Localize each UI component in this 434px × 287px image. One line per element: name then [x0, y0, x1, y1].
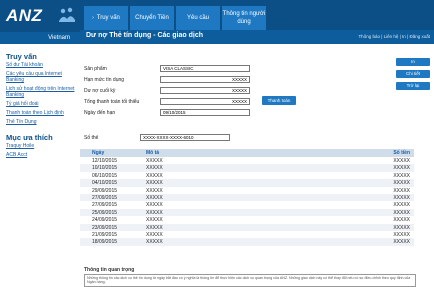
row-description: XXXXX	[146, 217, 163, 224]
row-date: 29/09/2015	[92, 187, 118, 194]
due-date-label: Ngày đến hạn	[84, 110, 116, 116]
utility-links[interactable]: Thông báo | Liên hệ | In | Đăng xuất	[358, 34, 430, 39]
sidebar-item-credit-card[interactable]: Thẻ Tín Dụng	[6, 119, 80, 125]
important-info-box: Những thông tin các dịch vụ thẻ tín dụng…	[84, 274, 416, 287]
row-date: 25/09/2015	[92, 209, 118, 216]
row-amount: XXXXX	[393, 165, 410, 172]
table-row: 29/09/2015 XXXXX XXXXX	[80, 187, 414, 194]
table-row: 24/09/2015 XXXXX XXXXX	[80, 216, 414, 223]
row-description: XXXXX	[146, 158, 163, 164]
sidebar: Truy vấn Số dư Tài khoản Các yêu cầu qua…	[0, 50, 80, 161]
print-button[interactable]: In	[396, 58, 430, 66]
row-amount: XXXXX	[393, 209, 410, 216]
row-amount: XXXXX	[393, 172, 410, 179]
product-field[interactable]	[160, 65, 250, 72]
table-row: 21/09/2015 XXXXX XXXXX	[80, 231, 414, 238]
table-row: 27/09/2015 XXXXX XXXXX	[80, 201, 414, 208]
credit-limit-label: Hạn mức tín dụng	[84, 77, 125, 83]
row-amount: XXXXX	[393, 187, 410, 194]
main-nav: › Truy vấn Chuyển Tiền Yêu cầu Thông tin…	[80, 0, 434, 30]
sidebar-section-inquiry-title: Truy vấn	[6, 52, 37, 61]
row-amount: XXXXX	[393, 180, 410, 187]
row-description: XXXXX	[146, 202, 163, 209]
table-row: 23/09/2015 XXXXX XXXXX	[80, 223, 414, 231]
tab-requests-label: Yêu cầu	[186, 15, 210, 21]
row-date: 27/09/2015	[92, 202, 118, 209]
minimum-payment-label: Tổng thanh toán tối thiểu	[84, 99, 140, 105]
column-header-description: Mô tả	[146, 150, 160, 156]
tab-user-info[interactable]: Thông tin người dùng	[222, 6, 266, 30]
sidebar-section-favorites-title: Mục ưa thích	[6, 133, 53, 142]
sidebar-item-exchange-rate[interactable]: Tỷ giá hối đoái	[6, 101, 80, 107]
language-selector[interactable]: Vietnam	[0, 32, 80, 44]
row-description: XXXXX	[146, 195, 163, 201]
row-date: 12/10/2015	[92, 158, 118, 164]
top-bar: ANZ Vietnam › Truy vấn Chuyển Tiền Yêu c…	[0, 0, 434, 44]
row-amount: XXXXX	[393, 158, 410, 164]
row-amount: XXXXX	[393, 202, 410, 209]
row-description: XXXXX	[146, 172, 163, 179]
product-label: Sản phẩm	[84, 66, 107, 72]
sidebar-item-account-balance[interactable]: Số dư Tài khoản	[6, 62, 80, 68]
important-info-title: Thông tin quan trọng	[84, 267, 135, 273]
card-number-label: Số thẻ	[84, 135, 99, 141]
statement-balance-field[interactable]	[160, 87, 250, 94]
detail-button[interactable]: Chi tiết	[396, 70, 430, 78]
row-date: 21/09/2015	[92, 232, 118, 238]
row-amount: XXXXX	[393, 232, 410, 238]
back-button[interactable]: Trở lại	[396, 82, 430, 90]
sidebar-item-scheduled-payments[interactable]: Thanh toán theo Lịch định	[6, 110, 80, 116]
sidebar-item-favorite-1[interactable]: Traquy Hoile	[6, 143, 80, 149]
table-row: 10/10/2015 XXXXX XXXXX	[80, 164, 414, 172]
minimum-payment-field[interactable]	[160, 98, 250, 105]
sub-header: Dư nợ Thẻ tín dụng - Các giao dịch Thông…	[80, 30, 434, 44]
column-header-amount: Số tiền	[393, 150, 410, 156]
row-amount: XXXXX	[393, 239, 410, 246]
table-row: 06/10/2015 XXXXX XXXXX	[80, 172, 414, 179]
row-date: 06/10/2015	[92, 172, 118, 179]
anz-people-logo-icon	[59, 7, 75, 22]
table-row: 25/09/2015 XXXXX XXXXX	[80, 208, 414, 217]
pay-button[interactable]: Thanh toán	[262, 96, 296, 105]
tab-requests[interactable]: Yêu cầu	[176, 6, 220, 30]
due-date-field[interactable]	[160, 109, 250, 116]
row-date: 23/09/2015	[92, 224, 118, 231]
tab-transfer[interactable]: Chuyển Tiền	[130, 6, 174, 30]
row-amount: XXXXX	[393, 217, 410, 224]
row-date: 10/10/2015	[92, 165, 118, 172]
tab-inquiry[interactable]: › Truy vấn	[84, 6, 128, 30]
row-description: XXXXX	[146, 209, 163, 216]
sidebar-item-internet-requests[interactable]: Các yêu cầu qua Internet Banking	[6, 71, 80, 83]
logo-area: ANZ Vietnam	[0, 0, 80, 44]
table-row: 04/10/2015 XXXXX XXXXX	[80, 179, 414, 187]
chevron-right-icon: ›	[92, 15, 94, 21]
row-date: 18/09/2015	[92, 239, 118, 246]
column-header-date: Ngày	[92, 150, 105, 156]
row-amount: XXXXX	[393, 195, 410, 201]
tab-user-info-label: Thông tin người dùng	[222, 11, 266, 25]
sidebar-item-activity-history[interactable]: Lịch sử hoạt động trên Internet Banking	[6, 86, 80, 98]
row-description: XXXXX	[146, 187, 163, 194]
row-description: XXXXX	[146, 224, 163, 231]
table-row: 12/10/2015 XXXXX XXXXX	[80, 157, 414, 164]
table-row: 27/09/2015 XXXXX XXXXX	[80, 194, 414, 202]
row-date: 04/10/2015	[92, 180, 118, 187]
card-number-select[interactable]	[140, 134, 230, 141]
credit-limit-field[interactable]	[160, 76, 250, 83]
row-amount: XXXXX	[393, 224, 410, 231]
row-description: XXXXX	[146, 180, 163, 187]
statement-balance-label: Dư nợ cuối kỳ	[84, 88, 116, 94]
tab-transfer-label: Chuyển Tiền	[135, 15, 169, 21]
table-row: 18/09/2015 XXXXX XXXXX	[80, 238, 414, 246]
table-header: Ngày Mô tả Số tiền	[80, 149, 414, 157]
row-description: XXXXX	[146, 239, 163, 246]
row-description: XXXXX	[146, 165, 163, 172]
page-title: Dư nợ Thẻ tín dụng - Các giao dịch	[86, 32, 203, 39]
tab-inquiry-label: Truy vấn	[96, 15, 120, 21]
row-description: XXXXX	[146, 232, 163, 238]
anz-logo[interactable]: ANZ	[6, 6, 42, 26]
row-date: 24/09/2015	[92, 217, 118, 224]
sidebar-item-favorite-2[interactable]: ACB Acct	[6, 152, 80, 158]
row-date: 27/09/2015	[92, 195, 118, 201]
